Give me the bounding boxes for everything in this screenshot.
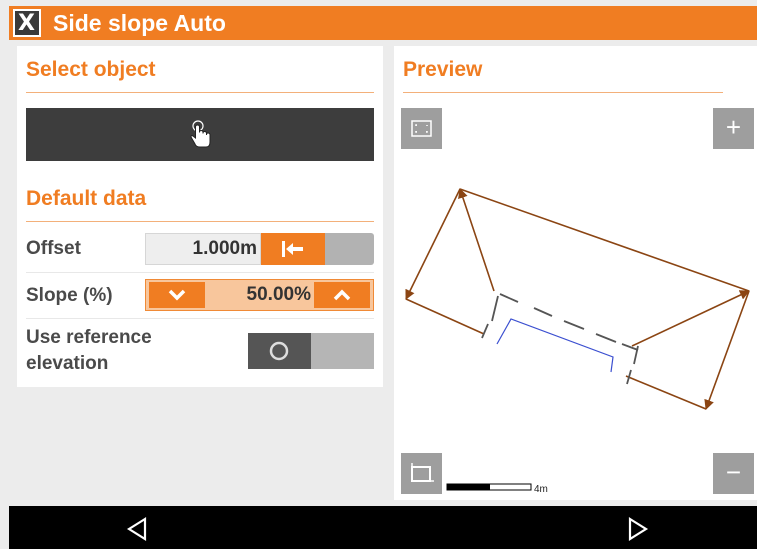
chevron-up-icon [333,289,351,301]
back-button[interactable] [125,517,149,541]
row-divider [26,318,374,319]
row-divider [26,272,374,273]
title-bar: X Side slope Auto [9,6,757,40]
default-data-heading: Default data [26,187,147,210]
crop-button[interactable] [401,453,442,494]
window-title: Side slope Auto [53,10,226,36]
divider [26,92,374,93]
crop-icon [411,463,434,482]
reference-elevation-label-line2: elevation [26,353,109,374]
zoom-out-button[interactable]: − [713,453,754,494]
app-logo-icon: X [13,9,41,37]
scale-label: 4m [534,484,548,495]
slope-edge [625,375,707,410]
offset-label: Offset [26,238,81,259]
triangle-right-icon [628,517,649,541]
tap-hand-icon [190,120,211,148]
select-object-button[interactable] [26,108,374,161]
slope-increase-button[interactable] [314,282,370,308]
offset-input[interactable]: 1.000m [145,233,261,265]
reference-elevation-toggle[interactable] [248,333,374,369]
scale-bar [446,483,532,491]
slope-arrow [405,188,461,300]
slope-edge [405,298,485,335]
toggle-track [311,333,374,369]
select-object-heading: Select object [26,58,156,81]
toggle-knob [248,333,311,369]
slope-label: Slope (%) [26,285,113,306]
offset-side-button[interactable] [261,233,325,265]
slope-top-edge [459,188,750,292]
toggle-circle-icon [269,341,289,361]
bottom-nav-bar [9,506,757,549]
reference-elevation-label-line1: Use reference [26,327,152,348]
preview-panel: Preview 4m + − [394,46,757,500]
zoom-extents-button[interactable] [401,108,442,149]
side-slope-dashes [481,293,639,385]
zoom-extents-icon [411,120,432,137]
preview-canvas[interactable]: 4m [394,46,757,500]
arrow-to-left-bar-icon [282,241,303,257]
slope-stepper: 50.00% [145,279,374,311]
triangle-left-icon [126,517,147,541]
slope-arrow [458,188,495,292]
settings-panel: Select object Default data Offset 1.000m… [17,46,383,387]
divider [26,221,374,222]
chevron-down-icon [168,289,186,301]
slope-value[interactable]: 50.00% [247,280,311,310]
offset-toggle-track[interactable] [325,233,374,265]
forward-button[interactable] [626,517,650,541]
slope-decrease-button[interactable] [149,282,205,308]
reference-line [496,318,614,373]
slope-lines [405,188,750,410]
zoom-in-button[interactable]: + [713,108,754,149]
